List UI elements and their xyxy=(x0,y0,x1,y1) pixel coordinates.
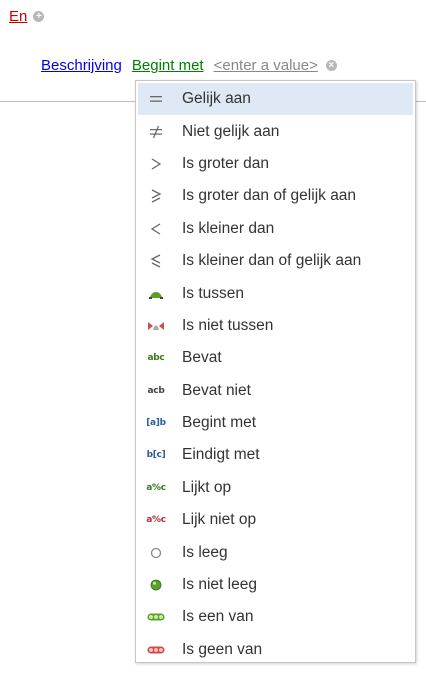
menu-item-not-equals[interactable]: Niet gelijk aan xyxy=(138,115,413,147)
menu-item-label: Is tussen xyxy=(182,284,245,302)
menu-item-greater-than[interactable]: Is groter dan xyxy=(138,148,413,180)
menu-item-not-contains[interactable]: acb Bevat niet xyxy=(138,375,413,407)
menu-item-label: Bevat xyxy=(182,349,222,367)
equals-icon xyxy=(140,94,172,104)
menu-item-label: Gelijk aan xyxy=(182,90,251,108)
menu-item-any-of[interactable]: Is een van xyxy=(138,601,413,633)
like-icon: a%c xyxy=(146,482,166,493)
group-row: En + xyxy=(9,8,45,25)
menu-item-label: Eindigt met xyxy=(182,446,260,464)
menu-item-label: Lijkt op xyxy=(182,478,232,496)
menu-item-less-or-equal[interactable]: Is kleiner dan of gelijk aan xyxy=(138,245,413,277)
not-contains-icon: acb xyxy=(147,385,165,396)
menu-item-begins-with[interactable]: [a]b Begint met xyxy=(138,407,413,439)
less-than-icon xyxy=(140,223,172,235)
not-equals-icon xyxy=(140,125,172,139)
is-not-empty-icon xyxy=(140,579,172,591)
none-of-icon xyxy=(140,646,172,654)
add-condition-icon[interactable]: + xyxy=(33,11,45,22)
menu-item-label: Is kleiner dan of gelijk aan xyxy=(182,252,362,270)
menu-item-none-of[interactable]: Is geen van xyxy=(138,634,413,666)
menu-item-is-not-empty[interactable]: Is niet leeg xyxy=(138,569,413,601)
greater-than-icon xyxy=(140,158,172,170)
menu-item-label: Is kleiner dan xyxy=(182,219,275,237)
is-empty-icon xyxy=(140,547,172,559)
menu-item-label: Bevat niet xyxy=(182,381,251,399)
menu-item-label: Is geen van xyxy=(182,640,263,658)
menu-item-label: Is een van xyxy=(182,608,254,626)
menu-item-label: Lijk niet op xyxy=(182,511,257,529)
menu-item-between[interactable]: Is tussen xyxy=(138,277,413,309)
begins-with-icon: [a]b xyxy=(146,418,166,429)
menu-item-label: Is niet leeg xyxy=(182,576,257,594)
between-icon xyxy=(140,288,172,300)
not-like-icon: a%c xyxy=(146,515,166,526)
condition-field-link[interactable]: Beschrijving xyxy=(41,57,122,74)
menu-item-is-empty[interactable]: Is leeg xyxy=(138,536,413,568)
menu-item-label: Is niet tussen xyxy=(182,316,274,334)
condition-operator-link[interactable]: Begint met xyxy=(132,57,204,74)
menu-item-ends-with[interactable]: b[c] Eindigt met xyxy=(138,439,413,471)
not-between-icon xyxy=(140,320,172,332)
menu-item-label: Is groter dan xyxy=(182,154,270,172)
menu-item-not-like[interactable]: a%c Lijk niet op xyxy=(138,504,413,536)
menu-item-label: Begint met xyxy=(182,414,257,432)
menu-item-equals[interactable]: Gelijk aan xyxy=(138,83,413,116)
condition-row: Beschrijving Begint met <enter a value> … xyxy=(41,57,337,74)
menu-item-less-than[interactable]: Is kleiner dan xyxy=(138,213,413,245)
remove-condition-icon[interactable]: × xyxy=(325,60,337,71)
menu-item-like[interactable]: a%c Lijkt op xyxy=(138,472,413,504)
menu-item-contains[interactable]: abc Bevat xyxy=(138,342,413,374)
menu-item-label: Is groter dan of gelijk aan xyxy=(182,187,357,205)
operator-dropdown-menu: Gelijk aan Niet gelijk aan Is groter dan… xyxy=(135,80,416,663)
menu-item-label: Niet gelijk aan xyxy=(182,122,280,140)
greater-or-equal-icon xyxy=(140,189,172,203)
menu-item-not-between[interactable]: Is niet tussen xyxy=(138,310,413,342)
contains-icon: abc xyxy=(147,353,165,364)
any-of-icon xyxy=(140,613,172,621)
group-operator-link[interactable]: En xyxy=(9,8,27,25)
menu-item-label: Is leeg xyxy=(182,543,228,561)
menu-item-greater-or-equal[interactable]: Is groter dan of gelijk aan xyxy=(138,180,413,212)
less-or-equal-icon xyxy=(140,254,172,268)
ends-with-icon: b[c] xyxy=(146,450,166,461)
condition-value-placeholder[interactable]: <enter a value> xyxy=(214,57,318,74)
